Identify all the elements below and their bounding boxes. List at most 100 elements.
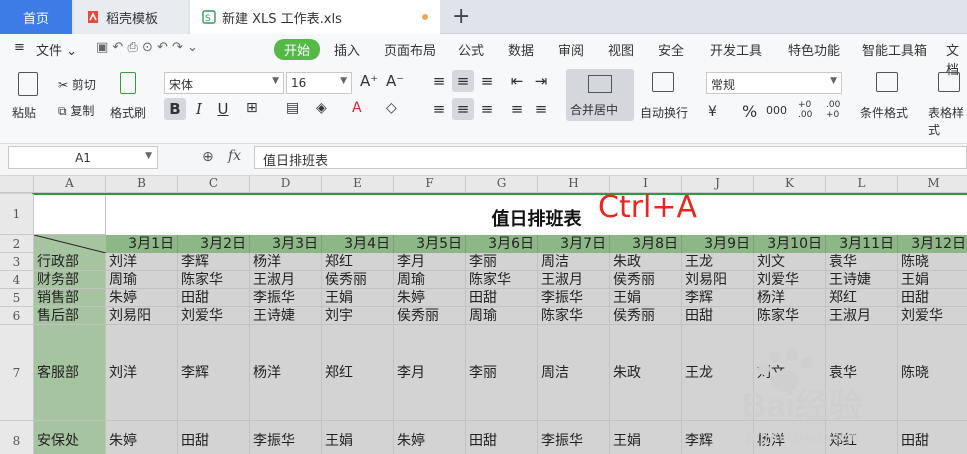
column-header-l[interactable]: L — [826, 176, 898, 193]
bold-button[interactable]: B — [164, 98, 186, 120]
menu-view[interactable]: 视图 — [608, 40, 634, 59]
menu-start[interactable]: 开始 — [274, 39, 321, 60]
row-header-8[interactable]: 8 — [0, 421, 34, 454]
tab-daoke-template[interactable]: 稻壳模板 — [74, 0, 188, 34]
name-cell[interactable]: 刘文 — [754, 253, 826, 271]
row-header-7[interactable]: 7 — [0, 325, 34, 421]
name-cell[interactable]: 周瑜 — [466, 307, 538, 325]
clear-format-icon[interactable]: ◇ — [386, 100, 397, 116]
align-bottom-icon[interactable]: ≡ — [476, 70, 498, 92]
row-header-2[interactable]: 2 — [0, 235, 34, 253]
name-cell[interactable]: 李辉 — [178, 253, 250, 271]
name-cell[interactable]: 刘易阳 — [682, 271, 754, 289]
menu-developer[interactable]: 开发工具 — [710, 40, 762, 59]
name-cell[interactable]: 侯秀丽 — [610, 271, 682, 289]
align-left-icon[interactable]: ≡ — [428, 98, 450, 120]
menu-formula[interactable]: 公式 — [458, 40, 484, 59]
name-cell[interactable]: 李振华 — [250, 421, 322, 454]
column-header-f[interactable]: F — [394, 176, 466, 193]
name-cell[interactable]: 王娟 — [322, 421, 394, 454]
cell-a1[interactable] — [34, 194, 106, 235]
name-cell[interactable]: 田甜 — [178, 289, 250, 307]
menu-security[interactable]: 安全 — [658, 40, 684, 59]
paste-icon[interactable] — [18, 72, 38, 96]
menu-insert[interactable]: 插入 — [334, 40, 360, 59]
shrink-font-button[interactable]: A⁻ — [386, 72, 404, 90]
align-center-icon[interactable]: ≡ — [452, 98, 474, 120]
tab-home[interactable]: 首页 — [0, 0, 72, 34]
font-color-icon[interactable]: A — [352, 100, 362, 116]
format-painter-icon[interactable] — [120, 72, 136, 94]
date-cell[interactable]: 3月7日 — [538, 235, 610, 253]
cut-button[interactable]: ✂ 剪切 — [58, 76, 96, 93]
percent-button[interactable]: % — [742, 102, 757, 121]
column-header-d[interactable]: D — [250, 176, 322, 193]
name-cell[interactable]: 李丽 — [466, 325, 538, 421]
date-cell[interactable]: 3月3日 — [250, 235, 322, 253]
menu-review[interactable]: 审阅 — [558, 40, 584, 59]
decrease-decimal-button[interactable]: .00 +0 — [826, 100, 848, 120]
paste-label[interactable]: 粘贴 — [12, 104, 36, 121]
name-cell[interactable]: 王娟 — [610, 289, 682, 307]
table-style-label[interactable]: 表格样式 — [928, 104, 967, 138]
date-cell[interactable]: 3月6日 — [466, 235, 538, 253]
justify-icon[interactable]: ≡ — [506, 98, 528, 120]
underline-button[interactable]: U — [212, 98, 234, 120]
name-cell[interactable]: 周洁 — [538, 253, 610, 271]
align-middle-icon[interactable]: ≡ — [452, 70, 474, 92]
dept-cell[interactable]: 销售部 — [34, 289, 106, 307]
name-cell[interactable]: 郑红 — [826, 289, 898, 307]
comma-button[interactable]: 000 — [766, 104, 787, 117]
name-cell[interactable]: 袁华 — [826, 253, 898, 271]
column-header-c[interactable]: C — [178, 176, 250, 193]
column-header-m[interactable]: M — [898, 176, 967, 193]
tab-file[interactable]: S 新建 XLS 工作表.xls — [190, 0, 440, 34]
name-cell[interactable]: 刘爱华 — [178, 307, 250, 325]
menu-file[interactable]: 文件 ⌄ — [36, 40, 77, 59]
name-cell[interactable]: 杨洋 — [250, 253, 322, 271]
column-header-k[interactable]: K — [754, 176, 826, 193]
name-cell[interactable]: 李月 — [394, 325, 466, 421]
name-cell[interactable]: 侯秀丽 — [394, 307, 466, 325]
date-cell[interactable]: 3月9日 — [682, 235, 754, 253]
formula-input[interactable]: 值日排班表 — [254, 146, 967, 169]
name-cell[interactable]: 郑红 — [322, 253, 394, 271]
hamburger-icon[interactable]: ≡ — [14, 40, 25, 55]
align-top-icon[interactable]: ≡ — [428, 70, 450, 92]
sheet-title-cell[interactable]: 值日排班表 — [106, 194, 967, 235]
name-cell[interactable]: 朱政 — [610, 325, 682, 421]
quick-access-icons[interactable]: ▣ ↶ ⎙ ⊙ ↶ ↷ ⌄ — [96, 40, 198, 55]
name-cell[interactable]: 朱婷 — [394, 421, 466, 454]
column-header-a[interactable]: A — [34, 176, 106, 193]
row-header-6[interactable]: 6 — [0, 307, 34, 325]
column-header-b[interactable]: B — [106, 176, 178, 193]
name-cell[interactable]: 朱婷 — [106, 289, 178, 307]
name-cell[interactable]: 陈家华 — [178, 271, 250, 289]
copy-button[interactable]: ⧉ 复制 — [58, 102, 94, 119]
select-all-corner[interactable] — [0, 176, 34, 193]
row-header-3[interactable]: 3 — [0, 253, 34, 271]
name-cell[interactable]: 周瑜 — [106, 271, 178, 289]
name-cell[interactable]: 侯秀丽 — [322, 271, 394, 289]
fill-color-icon[interactable]: ◈ — [316, 100, 327, 116]
name-cell[interactable]: 陈家华 — [538, 307, 610, 325]
name-cell[interactable]: 郑红 — [322, 325, 394, 421]
column-header-e[interactable]: E — [322, 176, 394, 193]
grow-font-button[interactable]: A⁺ — [360, 72, 378, 90]
italic-button[interactable]: I — [188, 98, 210, 120]
row-header-1[interactable]: 1 — [0, 194, 34, 235]
name-cell[interactable]: 刘爱华 — [898, 307, 967, 325]
wrap-text-icon[interactable] — [652, 72, 674, 92]
name-cell[interactable]: 李辉 — [682, 289, 754, 307]
name-cell[interactable]: 李振华 — [250, 289, 322, 307]
name-cell[interactable]: 王淑月 — [250, 271, 322, 289]
name-cell[interactable]: 田甜 — [466, 421, 538, 454]
name-cell[interactable]: 李振华 — [538, 289, 610, 307]
name-cell[interactable]: 朱政 — [610, 253, 682, 271]
name-cell[interactable]: 陈家华 — [466, 271, 538, 289]
align-right-icon[interactable]: ≡ — [476, 98, 498, 120]
name-cell[interactable]: 刘爱华 — [754, 271, 826, 289]
dept-cell[interactable]: 售后部 — [34, 307, 106, 325]
zoom-search-icon[interactable]: ⊕ — [202, 149, 214, 165]
merge-center-button[interactable]: 合并居中 — [566, 69, 634, 121]
